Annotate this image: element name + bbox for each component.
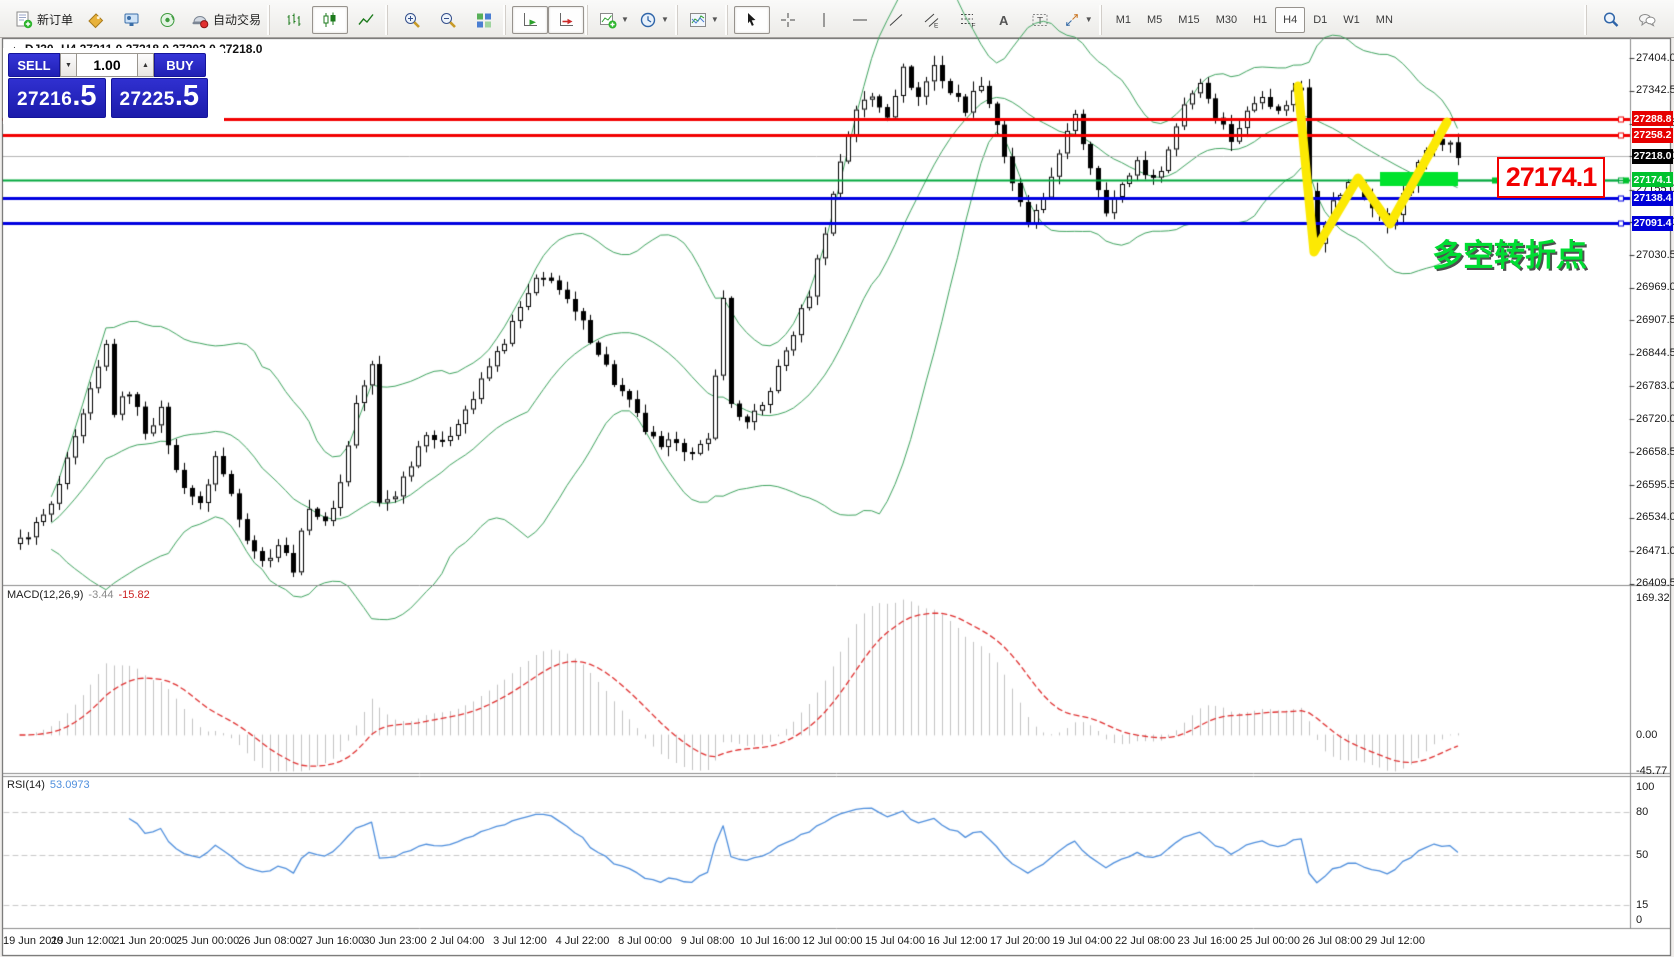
annotation-note-text[interactable]: 多空转折点 <box>1432 230 1587 275</box>
buy-price-main: 27225 <box>119 89 174 111</box>
volume-increase-button[interactable]: ▲ <box>137 53 154 77</box>
time-axis-label: 22 Jul 08:00 <box>1115 935 1175 947</box>
time-axis-label: 4 Jul 22:00 <box>556 935 610 947</box>
time-axis-label: 25 Jun 00:00 <box>176 935 240 947</box>
time-axis-label: 27 Jun 16:00 <box>301 935 365 947</box>
chart-canvas[interactable] <box>0 0 1674 957</box>
sell-price-main: 27216 <box>17 89 72 111</box>
one-click-trade-panel: SELL ▼ 1.00 ▲ BUY 27216 .5 27225 .5 <box>8 53 208 118</box>
time-axis-label: 8 Jul 00:00 <box>618 935 672 947</box>
sell-price-button[interactable]: 27216 .5 <box>8 78 106 118</box>
time-axis-label: 15 Jul 04:00 <box>865 935 925 947</box>
time-axis-label: 3 Jul 12:00 <box>493 935 547 947</box>
time-axis-label: 21 Jun 20:00 <box>113 935 177 947</box>
mt4-window: 新订单 自动交易 <box>0 0 1674 957</box>
time-axis-label: 25 Jul 00:00 <box>1240 935 1300 947</box>
time-axis-label: 19 Jul 04:00 <box>1053 935 1113 947</box>
sell-button[interactable]: SELL <box>8 53 60 77</box>
time-axis-label: 12 Jul 00:00 <box>803 935 863 947</box>
volume-decrease-button[interactable]: ▼ <box>60 53 77 77</box>
price-axis[interactable] <box>1631 40 1674 928</box>
time-axis-label: 23 Jul 16:00 <box>1178 935 1238 947</box>
buy-button[interactable]: BUY <box>154 53 206 77</box>
time-axis-label: 16 Jul 12:00 <box>928 935 988 947</box>
time-axis-label: 10 Jul 16:00 <box>740 935 800 947</box>
buy-price-frac: .5 <box>175 83 199 109</box>
time-axis-label: 17 Jul 20:00 <box>990 935 1050 947</box>
time-axis-label: 9 Jul 08:00 <box>681 935 735 947</box>
buy-price-button[interactable]: 27225 .5 <box>111 78 209 118</box>
time-axis-label: 29 Jul 12:00 <box>1365 935 1425 947</box>
volume-input[interactable]: 1.00 <box>77 53 137 77</box>
price-callout-label[interactable]: 27174.1 <box>1497 157 1605 198</box>
sell-price-frac: .5 <box>72 83 96 109</box>
time-axis[interactable]: 19 Jun 201920 Jun 12:0021 Jun 20:0025 Ju… <box>0 929 1630 955</box>
time-axis-label: 2 Jul 04:00 <box>431 935 485 947</box>
time-axis-label: 20 Jun 12:00 <box>51 935 115 947</box>
time-axis-label: 26 Jul 08:00 <box>1303 935 1363 947</box>
time-axis-label: 26 Jun 08:00 <box>238 935 302 947</box>
time-axis-label: 30 Jun 23:00 <box>363 935 427 947</box>
